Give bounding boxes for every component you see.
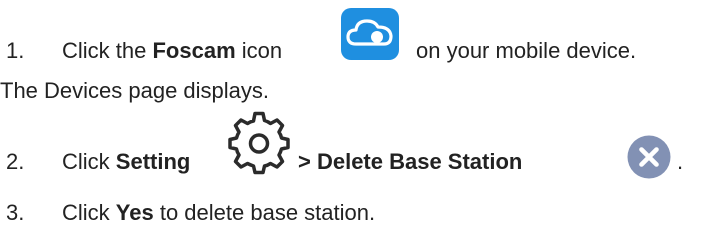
step-2-delete-base-station: > Delete Base Station (298, 149, 522, 175)
step-2-text: Click Setting (62, 149, 190, 175)
step-2-bold-setting: Setting (115, 149, 191, 174)
step-2-suffix: . (677, 149, 684, 174)
step-1-prefix: Click the (62, 38, 153, 63)
step-3-prefix: Click (62, 200, 116, 225)
step-2-prefix: Click (62, 149, 116, 174)
step-1-number: 1. (6, 38, 25, 63)
close-circle-icon (627, 135, 671, 179)
gear-icon (226, 111, 292, 177)
step-3-bold-yes: Yes (115, 200, 154, 225)
step-3-suffix: to delete base station. (153, 200, 376, 225)
step-3-number: 3. (6, 200, 25, 225)
step-2-bold-delete: > Delete Base Station (298, 149, 523, 174)
step-1-text: Click the Foscam icon (62, 38, 282, 64)
step-3-text: Click Yes to delete base station. (62, 200, 375, 226)
step-1-suffix: on your mobile device. (416, 38, 637, 63)
step-1-bold-foscam: Foscam (152, 38, 236, 63)
devices-page-note: The Devices page displays. (0, 78, 269, 104)
step-1-middle: icon (235, 38, 283, 63)
devices-page-note-text: The Devices page displays. (0, 78, 270, 103)
foscam-cloud-app-icon (341, 8, 399, 60)
step-2-number: 2. (6, 149, 25, 174)
